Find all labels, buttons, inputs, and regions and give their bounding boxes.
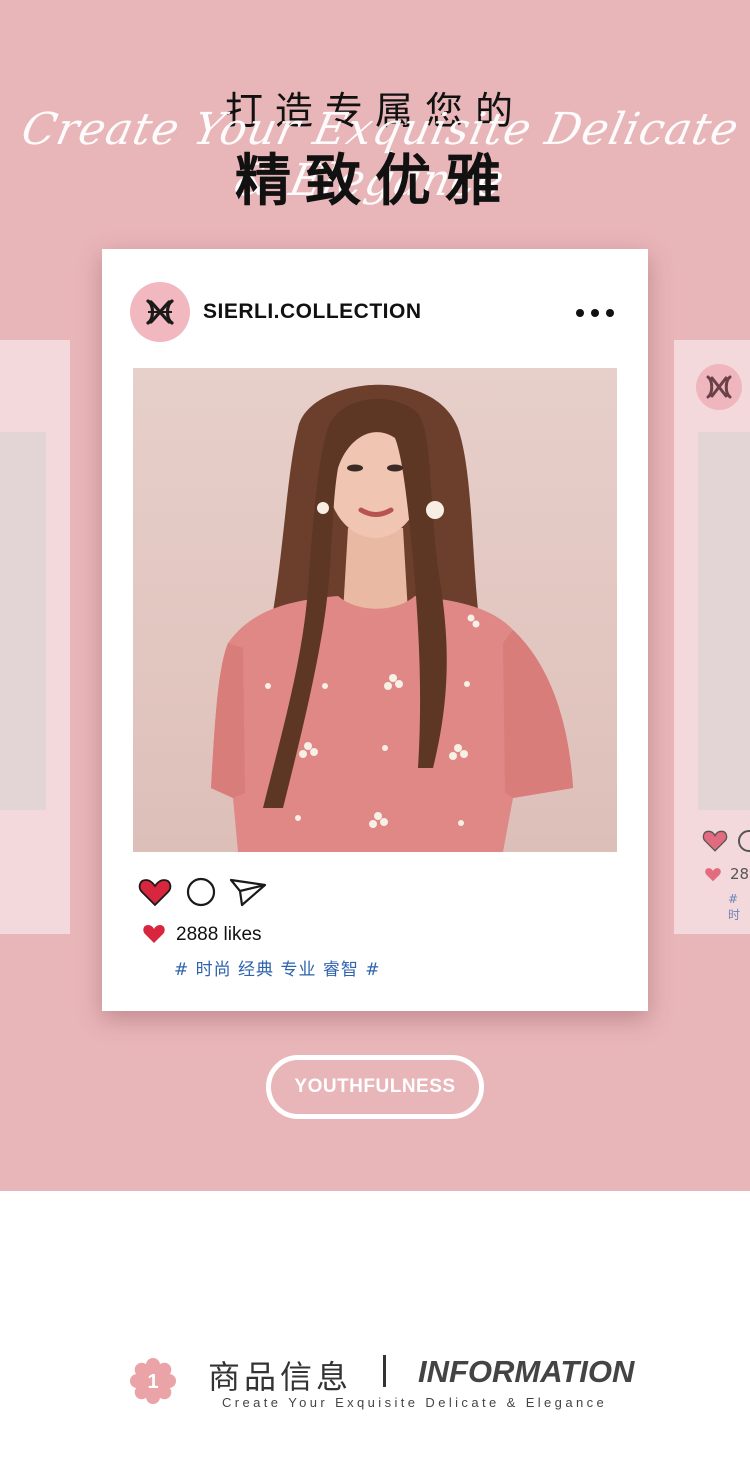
heart-icon <box>705 868 721 882</box>
model-photo-illustration <box>211 384 573 852</box>
logo-icon <box>146 299 174 325</box>
badge-number: 1 <box>147 1371 158 1393</box>
side-post-card-left[interactable] <box>0 340 70 934</box>
comment-icon[interactable] <box>186 877 216 907</box>
send-icon[interactable] <box>228 876 268 908</box>
likes-count: 2888 likes <box>176 924 262 945</box>
side-post-card-right[interactable]: 288 # 时 <box>674 340 750 934</box>
side-likes-count: 288 <box>730 865 750 883</box>
profile-avatar[interactable] <box>130 282 190 342</box>
heart-icon <box>143 925 165 943</box>
side-post-photo <box>0 432 46 810</box>
divider <box>383 1355 386 1387</box>
comment-icon[interactable] <box>738 830 750 852</box>
product-info-header: 1 商品信息 INFORMATION Create Your Exquisite… <box>0 1340 750 1420</box>
side-post-photo <box>698 432 750 810</box>
flower-badge-icon: 1 <box>130 1358 176 1404</box>
heart-icon[interactable] <box>702 828 728 852</box>
logo-icon <box>706 375 732 399</box>
info-title-cn: 商品信息 <box>208 1358 353 1396</box>
headline-main: 精致优雅 <box>235 149 515 214</box>
side-avatar <box>696 364 742 410</box>
more-icon[interactable] <box>576 308 614 318</box>
post-card: SIERLI.COLLECTION 2888 likes # 时尚 经典 专业 … <box>102 249 648 1011</box>
info-subtitle: Create Your Exquisite Delicate & Eleganc… <box>222 1395 608 1410</box>
post-hashtags[interactable]: # 时尚 经典 专业 睿智 # <box>174 955 381 980</box>
hero-section: 打造专属您的 Create Your Exquisite Delicate & … <box>0 0 750 1191</box>
post-actions <box>138 874 278 910</box>
youthfulness-pill-button[interactable]: YOUTHFULNESS <box>266 1055 484 1119</box>
info-title-en: INFORMATION <box>418 1354 635 1389</box>
side-hashtags: # 时 <box>728 892 741 922</box>
post-photo <box>133 368 617 852</box>
post-username[interactable]: SIERLI.COLLECTION <box>203 300 422 324</box>
heart-icon[interactable] <box>138 877 172 907</box>
